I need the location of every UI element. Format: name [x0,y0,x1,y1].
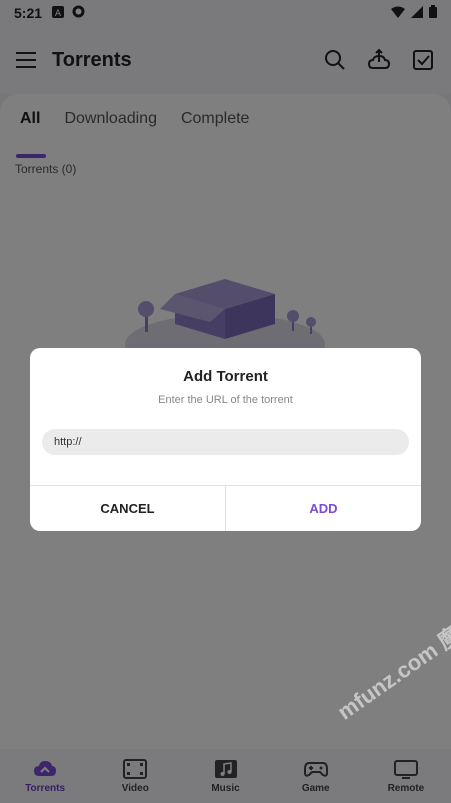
cancel-button[interactable]: CANCEL [30,486,225,531]
add-button[interactable]: ADD [226,486,421,531]
torrent-url-input[interactable] [42,429,409,455]
add-torrent-dialog: Add Torrent Enter the URL of the torrent… [30,348,421,531]
dialog-subtitle: Enter the URL of the torrent [158,394,293,406]
dialog-title: Add Torrent [183,368,268,385]
